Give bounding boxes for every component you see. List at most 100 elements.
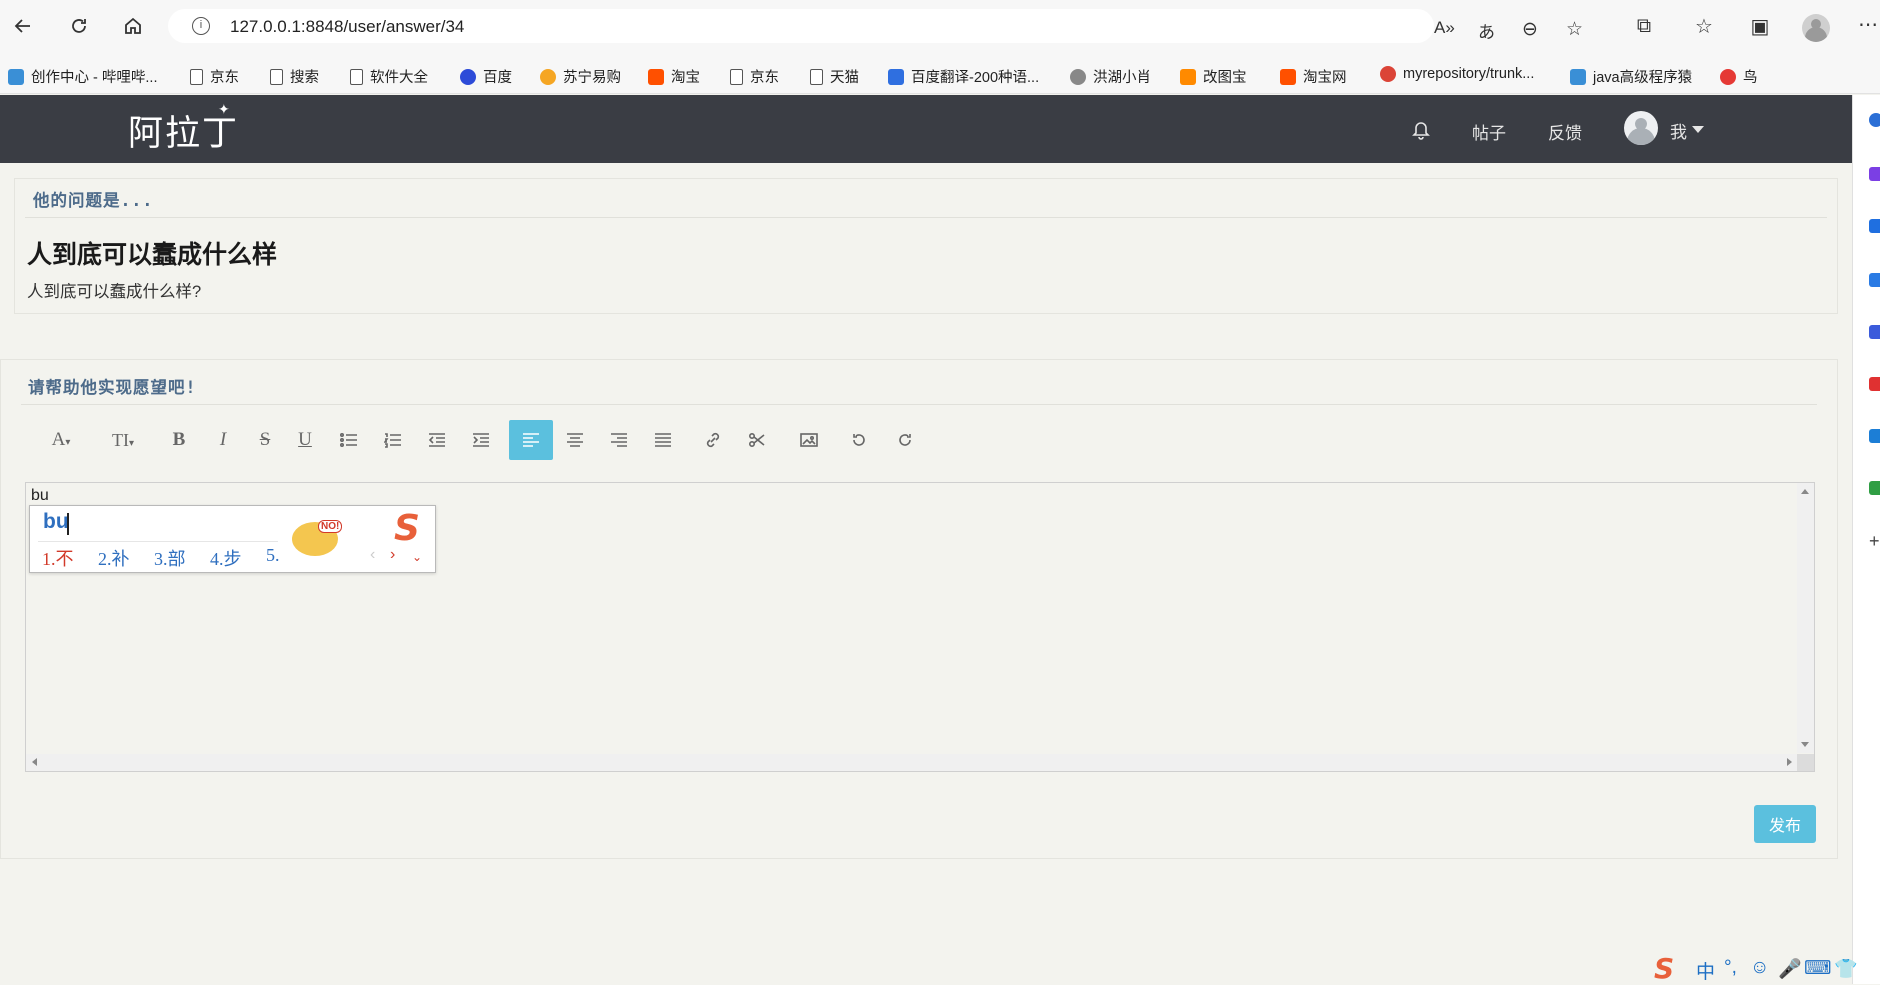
tools-icon[interactable]: [1869, 273, 1880, 287]
ime-candidate[interactable]: 2.补: [98, 545, 130, 571]
ime-mode-label[interactable]: 中: [1696, 957, 1715, 984]
list-ol-icon: [384, 433, 401, 448]
page-icon: [730, 68, 743, 85]
question-title: 人到底可以蠢成什么样: [27, 241, 278, 269]
bookmark-item[interactable]: 京东: [190, 66, 239, 87]
office-icon[interactable]: [1869, 377, 1880, 391]
image-button[interactable]: [791, 420, 827, 460]
nav-link-feedback[interactable]: 反馈: [1548, 119, 1582, 144]
justify-button[interactable]: [645, 420, 681, 460]
microphone-icon[interactable]: 🎤: [1778, 957, 1802, 981]
bold-button[interactable]: B: [161, 420, 197, 460]
ime-candidate[interactable]: 5.: [266, 545, 280, 566]
bookmark-item[interactable]: 淘宝网: [1280, 66, 1347, 87]
align-right-button[interactable]: [601, 420, 637, 460]
align-center-button[interactable]: [557, 420, 593, 460]
question-panel: 他的问题是... 人到底可以蠢成什么样 人到底可以蠢成什么样?: [14, 178, 1838, 314]
publish-button[interactable]: 发布: [1754, 805, 1816, 843]
bookmark-item[interactable]: 搜索: [270, 66, 319, 87]
taobao-icon: [1280, 68, 1296, 85]
font-family-button[interactable]: A▾: [43, 420, 79, 460]
bookmark-item[interactable]: 百度: [460, 66, 512, 87]
translate-icon[interactable]: あ: [1478, 18, 1495, 43]
refresh-button[interactable]: [66, 13, 92, 39]
redo-button[interactable]: [887, 420, 923, 460]
browser-sidebar: +: [1852, 95, 1880, 984]
underline-button[interactable]: U: [287, 420, 323, 460]
outlook-icon[interactable]: [1869, 429, 1880, 443]
chevron-down-icon[interactable]: [1692, 126, 1704, 133]
scroll-down-icon[interactable]: [1801, 742, 1809, 747]
undo-button[interactable]: [841, 420, 877, 460]
scroll-left-icon[interactable]: [32, 758, 37, 766]
expand-icon[interactable]: ⌄: [412, 550, 422, 564]
bell-icon[interactable]: [1410, 118, 1432, 140]
bilibili-icon: [1570, 68, 1586, 85]
add-icon[interactable]: +: [1869, 532, 1880, 550]
font-size-button[interactable]: TI▾: [103, 420, 143, 460]
emoji-icon[interactable]: ☺: [1750, 957, 1769, 979]
search-icon[interactable]: [1869, 113, 1880, 127]
scroll-right-icon[interactable]: [1787, 758, 1792, 766]
bullet-list-button[interactable]: [331, 420, 367, 460]
url-text[interactable]: 127.0.0.1:8848/user/answer/34: [230, 17, 464, 37]
bookmark-item[interactable]: java高级程序猿: [1570, 66, 1692, 87]
strikethrough-icon: S: [259, 429, 271, 450]
info-icon[interactable]: i: [192, 17, 210, 35]
bookmark-item[interactable]: 创作中心 - 哔哩哔...: [8, 66, 157, 87]
shopping-icon[interactable]: [1869, 219, 1880, 233]
bookmark-item[interactable]: 改图宝: [1180, 66, 1247, 87]
user-menu-label[interactable]: 我: [1670, 118, 1687, 143]
editor-content[interactable]: bu: [31, 487, 49, 505]
numbered-list-button[interactable]: [375, 420, 411, 460]
add-favorite-icon[interactable]: ☆: [1566, 18, 1583, 41]
bookmark-item[interactable]: 淘宝: [648, 66, 700, 87]
horizontal-scrollbar[interactable]: [26, 754, 1798, 771]
drop-icon[interactable]: [1869, 481, 1880, 495]
zoom-out-icon[interactable]: ⊖: [1522, 18, 1538, 41]
more-menu-icon[interactable]: ⋯: [1856, 12, 1880, 36]
sogou-logo-icon[interactable]: S: [1654, 952, 1674, 985]
browser-profile-icon[interactable]: [1802, 14, 1830, 42]
people-icon[interactable]: [1869, 325, 1880, 339]
favorites-icon[interactable]: ☆: [1692, 14, 1716, 38]
nav-link-posts[interactable]: 帖子: [1472, 119, 1506, 144]
strikethrough-button[interactable]: S: [247, 420, 283, 460]
bookmark-item[interactable]: 京东: [730, 66, 779, 87]
address-bar[interactable]: i 127.0.0.1:8848/user/answer/34 A» あ ⊖ ☆: [168, 9, 1583, 43]
refresh-icon: [72, 19, 86, 33]
scroll-up-icon[interactable]: [1801, 489, 1809, 494]
outdent-icon: [428, 433, 445, 447]
back-button[interactable]: [10, 13, 36, 39]
ime-candidate[interactable]: 4.步: [210, 545, 242, 571]
prev-page-icon[interactable]: ‹: [370, 546, 375, 564]
bookmark-item[interactable]: 天猫: [810, 66, 859, 87]
ime-candidate[interactable]: 3.部: [154, 545, 186, 571]
panel-title: 他的问题是...: [33, 191, 154, 210]
bookmark-item[interactable]: 百度翻译-200种语...: [888, 66, 1039, 87]
avatar[interactable]: [1624, 111, 1658, 145]
ime-candidate[interactable]: 1.不: [42, 545, 74, 571]
bookmark-item[interactable]: 洪湖小肖: [1070, 66, 1151, 87]
home-button[interactable]: [120, 13, 146, 39]
collections-icon[interactable]: ▣: [1748, 14, 1772, 38]
link-button[interactable]: [695, 420, 731, 460]
italic-button[interactable]: I: [205, 420, 241, 460]
baidu-paw-icon: [460, 68, 476, 85]
copilot-icon[interactable]: [1869, 167, 1880, 181]
bookmark-item[interactable]: 软件大全: [350, 66, 428, 87]
extensions-icon[interactable]: ⧉: [1632, 14, 1656, 38]
indent-button[interactable]: [463, 420, 499, 460]
punctuation-icon[interactable]: °,: [1724, 957, 1737, 979]
read-aloud-icon[interactable]: A»: [1434, 18, 1455, 38]
divider: [21, 404, 1817, 405]
unlink-button[interactable]: [739, 420, 775, 460]
skin-icon[interactable]: 👕: [1834, 957, 1858, 981]
keyboard-icon[interactable]: ⌨: [1804, 957, 1831, 980]
align-left-button[interactable]: [509, 420, 553, 460]
vertical-scrollbar[interactable]: [1797, 483, 1814, 753]
bookmark-item[interactable]: 鸟: [1720, 66, 1758, 87]
bookmark-item[interactable]: 苏宁易购: [540, 66, 621, 87]
bookmark-item[interactable]: myrepository/trunk...: [1380, 66, 1534, 82]
outdent-button[interactable]: [419, 420, 455, 460]
